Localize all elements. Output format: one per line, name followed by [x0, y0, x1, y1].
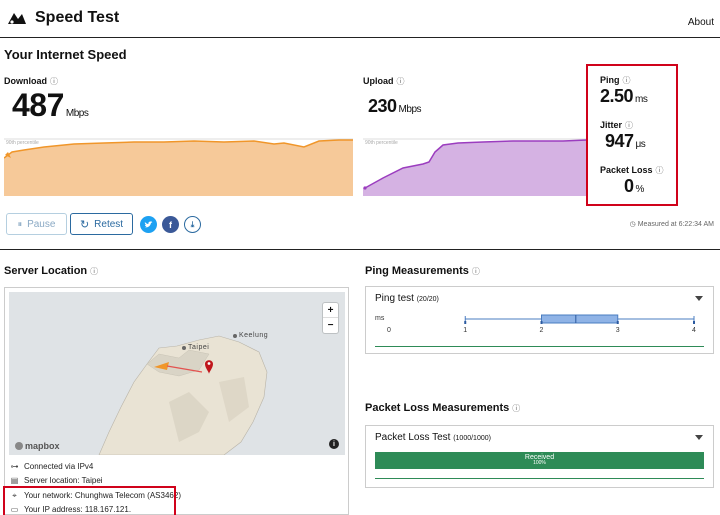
ping-tick-label: 0: [387, 327, 391, 334]
ping-tick-mark: [464, 321, 467, 324]
ping-status-line: [375, 346, 704, 347]
measured-text: Measured at 6:22:34 AM: [637, 221, 714, 228]
ping-tick-mark: [693, 321, 695, 324]
ping-test-count: (20/20): [416, 296, 439, 303]
app-header: Speed Test About: [0, 0, 720, 38]
packet-loss-measurements-title-text: Packet Loss Measurements: [365, 402, 510, 414]
map-label-keelung: Keelung: [239, 332, 269, 339]
info-icon[interactable]: ⓘ: [397, 77, 405, 86]
chevron-down-icon[interactable]: [695, 435, 703, 440]
zoom-out-button[interactable]: −: [323, 318, 338, 333]
packet-loss-card-title[interactable]: Packet Loss Test (1000/1000): [375, 432, 491, 443]
twitter-share-icon[interactable]: [140, 216, 157, 233]
speed-section-title: Your Internet Speed: [4, 47, 127, 62]
clock-icon: ◷: [629, 221, 636, 228]
pause-icon: ⏸: [17, 218, 23, 229]
info-icon[interactable]: ⓘ: [512, 404, 520, 413]
speed-logo-icon: [8, 13, 26, 24]
server-location-row: ▤ Server location: Taipei: [10, 476, 103, 485]
server-map[interactable]: Taipei Keelung + − mapbox i: [9, 292, 345, 455]
pause-label: Pause: [27, 218, 56, 230]
server-section-title: Server Location ⓘ: [4, 265, 98, 277]
network-highlight-box: [3, 486, 176, 515]
download-graph: [4, 138, 353, 196]
server-map-panel: Taipei Keelung + − mapbox i ⊶ Connected …: [4, 287, 349, 515]
download-label: Download ⓘ: [4, 76, 58, 87]
download-number: 487: [12, 87, 64, 123]
upload-graph: [363, 138, 587, 196]
retest-icon: ↻: [79, 218, 90, 231]
download-results-icon[interactable]: ⤓: [184, 216, 201, 233]
upload-label-text: Upload: [363, 76, 394, 86]
ping-tick-mark: [616, 321, 619, 324]
upload-number: 230: [368, 96, 397, 116]
server-icon: ▤: [10, 476, 19, 485]
received-bar-track: Received 100%: [375, 452, 704, 469]
mapbox-icon: [15, 442, 23, 450]
latency-highlight-box: [586, 64, 678, 206]
packet-loss-status-line: [375, 478, 704, 479]
map-label-taipei: Taipei: [188, 344, 210, 351]
ping-tick-label: 1: [463, 327, 468, 334]
ping-tick-mark: [540, 321, 543, 324]
about-link[interactable]: About: [688, 17, 714, 28]
ping-test-card: Ping test (20/20) ms 01234: [365, 286, 714, 354]
connection-type-row: ⊶ Connected via IPv4: [10, 462, 94, 471]
mapbox-logo[interactable]: mapbox: [15, 441, 60, 451]
ping-tick-label: 2: [539, 327, 544, 334]
upload-value: 230 Mbps: [368, 96, 422, 117]
zoom-in-button[interactable]: +: [323, 303, 338, 318]
received-percent: 100%: [533, 460, 546, 466]
server-location-text: Server location: Taipei: [24, 476, 103, 485]
ping-measurements-title-text: Ping Measurements: [365, 265, 469, 277]
upload-label: Upload ⓘ: [363, 76, 405, 87]
download-label-text: Download: [4, 76, 47, 86]
ping-test-title-text: Ping test: [375, 293, 414, 304]
chevron-down-icon[interactable]: [695, 296, 703, 301]
map-terrain: [98, 334, 268, 455]
upload-unit: Mbps: [398, 104, 422, 115]
server-section-title-text: Server Location: [4, 265, 88, 277]
packet-loss-count: (1000/1000): [453, 435, 491, 442]
network-tree-icon: ⊶: [10, 462, 19, 471]
ping-iqr-box: [541, 314, 619, 324]
pause-button[interactable]: ⏸ Pause: [6, 213, 67, 235]
download-value: 487 Mbps: [12, 87, 89, 124]
measured-timestamp: ◷ Measured at 6:22:34 AM: [630, 220, 714, 228]
ping-test-card-title[interactable]: Ping test (20/20): [375, 293, 439, 304]
map-zoom-controls: + −: [323, 303, 338, 333]
info-icon[interactable]: ⓘ: [50, 77, 58, 86]
received-bar: Received 100%: [375, 452, 704, 469]
facebook-share-icon[interactable]: f: [162, 216, 179, 233]
download-unit: Mbps: [65, 108, 89, 119]
retest-label: Retest: [94, 218, 124, 230]
retest-button[interactable]: ↻ Retest: [70, 213, 133, 235]
mapbox-text: mapbox: [25, 441, 60, 451]
packet-loss-card: Packet Loss Test (1000/1000) Received 10…: [365, 425, 714, 488]
ping-tick-label: 4: [692, 327, 696, 334]
info-icon[interactable]: ⓘ: [90, 267, 98, 276]
packet-loss-title-text: Packet Loss Test: [375, 432, 451, 443]
section-divider: [0, 249, 720, 250]
info-icon[interactable]: ⓘ: [472, 267, 480, 276]
packet-loss-measurements-title: Packet Loss Measurements ⓘ: [365, 402, 520, 414]
ping-measurements-title: Ping Measurements ⓘ: [365, 265, 480, 277]
map-attribution-info-icon[interactable]: i: [329, 439, 339, 449]
app-title: Speed Test: [35, 9, 120, 26]
connection-type-text: Connected via IPv4: [24, 462, 94, 471]
ping-tick-label: 3: [615, 327, 620, 334]
